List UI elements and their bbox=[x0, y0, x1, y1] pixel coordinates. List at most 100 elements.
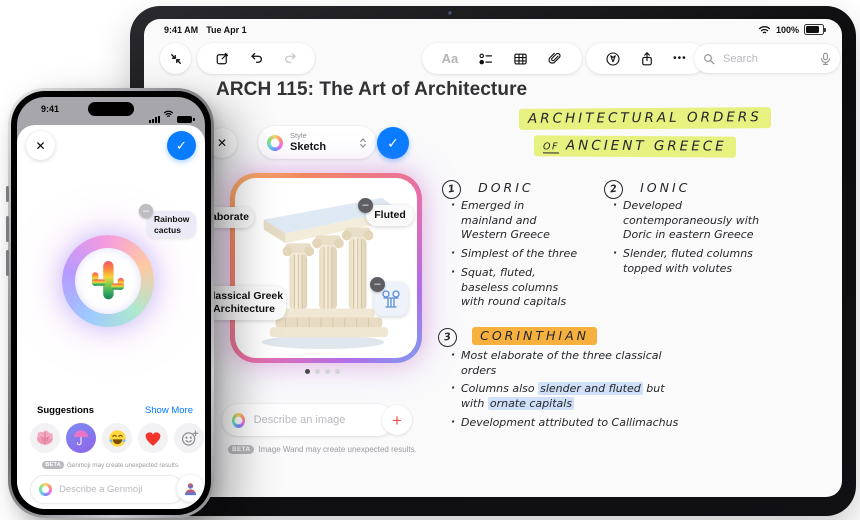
text-style-icon[interactable]: Aa bbox=[442, 51, 459, 66]
compose-icon[interactable] bbox=[215, 51, 230, 66]
brain-icon bbox=[37, 430, 53, 445]
volume-down-button bbox=[6, 250, 9, 276]
prompt-chip-classical[interactable]: Classical Greek Architecture bbox=[202, 286, 286, 320]
search-bar[interactable] bbox=[694, 44, 840, 73]
new-genmoji-button[interactable] bbox=[174, 423, 204, 453]
corinthian-bullet: Development attributed to Callimachus bbox=[450, 415, 682, 431]
table-icon[interactable] bbox=[513, 52, 528, 66]
hw-heading-2-prefix: OF bbox=[543, 141, 560, 154]
image-wand-input-bar[interactable] bbox=[222, 404, 394, 436]
corinthian-bullet: Most elaborate of the three classical or… bbox=[450, 348, 682, 378]
volume-up-button bbox=[6, 216, 9, 242]
iphone-status-time: 9:41 bbox=[41, 104, 60, 114]
share-icon[interactable] bbox=[640, 51, 654, 67]
rainbow-cactus-emoji bbox=[91, 260, 124, 300]
suggestion-brain-emoji[interactable] bbox=[30, 423, 60, 453]
corinthian-number: 3 bbox=[436, 326, 459, 349]
corinthian-title: CORINTHIAN bbox=[472, 327, 598, 345]
collapse-note-button[interactable] bbox=[160, 43, 191, 74]
page-dot bbox=[314, 369, 320, 374]
search-icon bbox=[703, 53, 715, 65]
close-icon: ✕ bbox=[35, 138, 46, 153]
undo-icon[interactable] bbox=[249, 51, 264, 66]
doric-bullet: Simplest of the three bbox=[450, 246, 578, 262]
battery-icon bbox=[804, 24, 826, 35]
doric-title: DORIC bbox=[478, 180, 534, 195]
ionic-bullet: Slender, fluted columns topped with volu… bbox=[612, 246, 764, 276]
suggestion-laughing-emoji[interactable] bbox=[102, 423, 132, 453]
prompt-chip-rainbow-cactus[interactable]: Rainbow cactus bbox=[147, 211, 197, 239]
more-options-icon[interactable]: ••• bbox=[673, 53, 687, 64]
ionic-title: IONIC bbox=[640, 180, 691, 195]
iphone-status-icons bbox=[149, 105, 195, 123]
highlighted-phrase: ornate capitals bbox=[487, 397, 575, 411]
section-doric-header: 1 DORIC bbox=[440, 177, 534, 201]
ipad-status-time: 9:41 AM bbox=[164, 25, 199, 35]
remove-chip-button[interactable]: – bbox=[139, 204, 153, 218]
action-button bbox=[6, 186, 9, 202]
doric-bullets: Emerged in mainland and Western Greece S… bbox=[450, 198, 578, 314]
heart-icon bbox=[145, 431, 161, 446]
mic-icon[interactable] bbox=[820, 52, 831, 66]
attachment-icon[interactable] bbox=[547, 51, 562, 66]
search-input[interactable] bbox=[721, 51, 814, 66]
battery-icon bbox=[177, 115, 195, 123]
column-sketch-icon bbox=[382, 290, 400, 308]
hw-heading-1-text: ARCHITECTURAL ORDERS bbox=[519, 107, 771, 130]
ionic-bullet: Developed contemporaneously with Doric i… bbox=[612, 198, 764, 243]
page-dot bbox=[324, 369, 330, 374]
chevron-up-down-icon bbox=[359, 137, 367, 149]
format-toolbar-group: Aa bbox=[422, 43, 582, 74]
add-prompt-button[interactable]: + bbox=[382, 405, 412, 435]
close-icon: ✕ bbox=[216, 136, 228, 150]
describe-image-input[interactable] bbox=[251, 413, 384, 427]
apple-intelligence-icon bbox=[39, 483, 52, 496]
style-picker[interactable]: Style Sketch bbox=[258, 126, 376, 159]
page-dots[interactable] bbox=[282, 361, 362, 379]
check-icon: ✓ bbox=[176, 137, 187, 153]
corinthian-bullets: Most elaborate of the three classical or… bbox=[450, 348, 682, 435]
edit-toolbar-group bbox=[197, 43, 315, 74]
checklist-icon[interactable] bbox=[478, 52, 494, 66]
apple-intelligence-icon bbox=[232, 412, 245, 428]
actions-toolbar-group: ••• bbox=[586, 43, 706, 74]
show-more-link[interactable]: Show More bbox=[145, 405, 193, 416]
doric-bullet: Emerged in mainland and Western Greece bbox=[450, 198, 578, 243]
prompt-chip-fluted[interactable]: Fluted bbox=[366, 205, 414, 226]
disclaimer-text: Genmoji may create unexpected results. bbox=[67, 461, 180, 469]
pinch-in-icon bbox=[169, 52, 183, 66]
redo-icon[interactable] bbox=[283, 51, 298, 66]
genmoji-accept-button[interactable]: ✓ bbox=[167, 131, 196, 160]
doric-number: 1 bbox=[440, 178, 463, 201]
minus-icon: – bbox=[374, 278, 381, 290]
generated-image-card[interactable] bbox=[230, 173, 422, 363]
prompt-chip-fluted-wrap: Fluted – bbox=[358, 198, 414, 226]
iphone-device: 9:41 ✕ ✓ Rainbow cactus – Suggestions Sh… bbox=[6, 88, 214, 518]
genmoji-input-bar[interactable] bbox=[30, 475, 184, 504]
hw-heading-2: OF ANCIENT GREECE bbox=[460, 135, 810, 158]
battery-percent: 100% bbox=[775, 24, 799, 35]
genmoji-chip-wrap: Rainbow cactus – bbox=[139, 204, 197, 239]
accept-image-button[interactable]: ✓ bbox=[377, 127, 409, 159]
markup-icon[interactable] bbox=[605, 51, 621, 67]
wifi-icon bbox=[163, 105, 174, 123]
doric-bullet: Squat, fluted, baseless columns with rou… bbox=[450, 265, 578, 310]
describe-genmoji-input[interactable] bbox=[57, 483, 175, 496]
disclaimer-text: Image Wand may create unexpected results… bbox=[258, 445, 417, 454]
iphone-screen: 9:41 ✕ ✓ Rainbow cactus – Suggestions Sh… bbox=[17, 97, 205, 509]
ipad-status-left: 9:41 AM Tue Apr 1 bbox=[164, 25, 247, 35]
suggestion-umbrella-genmoji[interactable] bbox=[66, 423, 96, 453]
umbrella-icon bbox=[73, 430, 89, 446]
plus-icon: + bbox=[392, 410, 402, 430]
genmoji-preview bbox=[62, 235, 154, 327]
remove-thumb-button[interactable]: – bbox=[370, 277, 385, 292]
signal-icon bbox=[149, 115, 160, 123]
genmoji-close-button[interactable]: ✕ bbox=[26, 131, 55, 160]
remove-chip-button[interactable]: – bbox=[358, 198, 373, 213]
suggestion-heart-emoji[interactable] bbox=[138, 423, 168, 453]
dynamic-island bbox=[88, 102, 134, 116]
use-person-button[interactable] bbox=[177, 475, 204, 502]
section-corinthian-header: 3 CORINTHIAN bbox=[436, 325, 598, 349]
smiley-plus-icon bbox=[181, 430, 198, 446]
check-icon: ✓ bbox=[387, 134, 399, 151]
